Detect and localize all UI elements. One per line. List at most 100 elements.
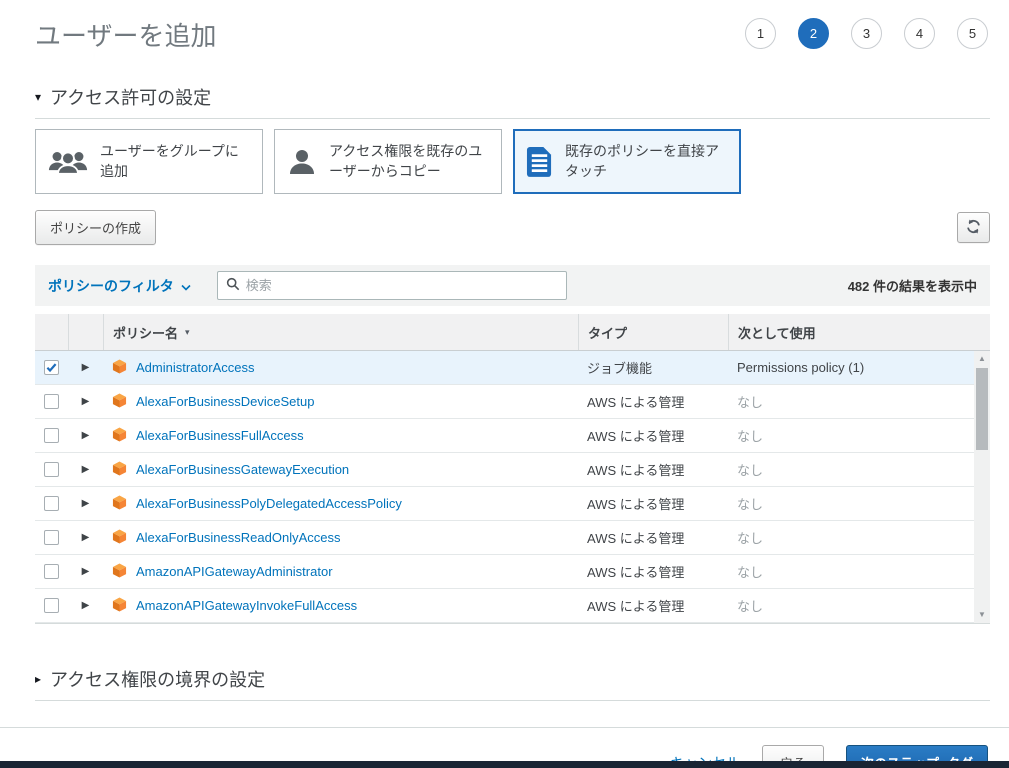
policy-name-link[interactable]: AlexaForBusinessGatewayExecution [136,462,349,477]
option-copy-permissions[interactable]: アクセス権限を既存のユーザーからコピー [274,129,502,194]
boundary-section-header[interactable]: ▸ アクセス権限の境界の設定 [35,666,990,692]
policy-cube-icon [112,426,127,445]
option-add-user-to-group[interactable]: ユーザーをグループに追加 [35,129,263,194]
policy-cube-icon [112,528,127,547]
policy-name-link[interactable]: AlexaForBusinessPolyDelegatedAccessPolic… [136,496,402,511]
section-divider [35,118,990,119]
option-label: アクセス権限を既存のユーザーからコピー [329,142,483,179]
policy-used-as: なし [737,599,764,614]
row-checkbox[interactable] [44,360,59,375]
permission-option-cards: ユーザーをグループに追加 アクセス権限を既存のユーザーからコピー 既存のポリシー… [35,129,990,194]
sort-desc-icon: ▾ [185,326,190,337]
triangle-right-icon: ▸ [35,672,42,686]
column-used-as: 次として使用 [728,314,990,350]
add-user-wizard: ユーザーを追加 12345 ▾ アクセス許可の設定 ユーザーをグループに追加 ア… [0,0,1009,768]
scroll-down-icon[interactable]: ▼ [978,607,986,623]
step-2-active: 2 [798,18,829,49]
create-policy-button[interactable]: ポリシーの作成 [35,210,157,245]
step-4: 4 [904,18,935,49]
policy-name-link[interactable]: AlexaForBusinessReadOnlyAccess [136,530,340,545]
policy-used-as: なし [737,565,764,580]
policy-type: AWS による管理 [587,395,685,410]
policy-type: AWS による管理 [587,497,685,512]
policy-name-link[interactable]: AlexaForBusinessDeviceSetup [136,394,314,409]
policy-type: AWS による管理 [587,463,685,478]
permissions-section-title: アクセス許可の設定 [50,88,212,108]
table-row[interactable]: ▶ AlexaForBusinessReadOnlyAccess AWS による管… [35,521,990,555]
table-row[interactable]: ▶ AlexaForBusinessDeviceSetup AWS による管理 なし [35,385,990,419]
column-policy-name[interactable]: ポリシー名 ▾ [103,314,578,350]
table-row[interactable]: ▶ AmazonAPIGatewayAdministrator AWS による管理… [35,555,990,589]
chevron-down-icon [181,278,191,294]
row-checkbox[interactable] [44,394,59,409]
expand-arrow-icon[interactable]: ▶ [82,464,90,475]
policy-search-input[interactable] [245,278,558,293]
policy-filter-bar: ポリシーのフィルタ 482 件の結果を表示中 [35,265,990,306]
row-checkbox[interactable] [44,496,59,511]
column-used-as-label: 次として使用 [738,325,816,341]
policy-cube-icon [112,392,127,411]
policy-cube-icon [112,596,127,615]
policy-name-link[interactable]: AlexaForBusinessFullAccess [136,428,304,443]
policy-name-link[interactable]: AdministratorAccess [136,360,254,375]
row-checkbox[interactable] [44,598,59,613]
row-checkbox[interactable] [44,530,59,545]
table-row[interactable]: ▶ AmazonAPIGatewayInvokeFullAccess AWS によ… [35,589,990,623]
table-row[interactable]: ▶ AlexaForBusinessPolyDelegatedAccessPol… [35,487,990,521]
policy-used-as: なし [737,395,764,410]
row-checkbox[interactable] [44,428,59,443]
policy-table-header: ポリシー名 ▾ タイプ 次として使用 [35,314,990,351]
scroll-thumb[interactable] [976,368,988,450]
policy-filter-label: ポリシーのフィルタ [48,277,174,294]
row-checkbox[interactable] [44,564,59,579]
option-label: ユーザーをグループに追加 [100,142,239,179]
table-row[interactable]: ▶ AdministratorAccess ジョブ機能 Permissions po… [35,351,990,385]
option-label: 既存のポリシーを直接アタッチ [565,142,719,179]
refresh-button[interactable] [957,212,990,243]
policy-document-icon [526,146,553,177]
column-type: タイプ [578,314,728,350]
expand-arrow-icon[interactable]: ▶ [82,566,90,577]
policy-used-as: なし [737,429,764,444]
policy-type: AWS による管理 [587,565,685,580]
scroll-up-icon[interactable]: ▲ [978,351,986,367]
policy-cube-icon [112,460,127,479]
policy-type: AWS による管理 [587,599,685,614]
policy-name-link[interactable]: AmazonAPIGatewayInvokeFullAccess [136,598,357,613]
policy-name-link[interactable]: AmazonAPIGatewayAdministrator [136,564,333,579]
header-checkbox-column [35,314,68,350]
bottom-bar [0,761,1009,768]
expand-arrow-icon[interactable]: ▶ [82,498,90,509]
policy-cube-icon [112,562,127,581]
policy-used-as: なし [737,531,764,546]
policy-filter-dropdown[interactable]: ポリシーのフィルタ [48,276,191,296]
option-attach-existing-policies[interactable]: 既存のポリシーを直接アタッチ [513,129,741,194]
results-count: 482 件の結果を表示中 [847,279,977,294]
expand-arrow-icon[interactable]: ▶ [82,396,90,407]
expand-arrow-icon[interactable]: ▶ [82,430,90,441]
refresh-icon [966,219,981,237]
step-indicator: 12345 [745,18,988,49]
policy-type: AWS による管理 [587,531,685,546]
user-group-icon [48,148,88,176]
permissions-section-header[interactable]: ▾ アクセス許可の設定 [35,84,990,110]
triangle-down-icon: ▾ [35,90,42,104]
policy-search-box[interactable] [216,271,567,300]
boundary-section-title: アクセス権限の境界の設定 [50,670,266,690]
table-row[interactable]: ▶ AlexaForBusinessGatewayExecution AWS によ… [35,453,990,487]
table-scrollbar[interactable]: ▲ ▼ [974,351,990,623]
policy-used-as: Permissions policy (1) [737,360,865,375]
section-divider [35,700,990,701]
policy-used-as: なし [737,463,764,478]
expand-arrow-icon[interactable]: ▶ [82,600,90,611]
policy-type: AWS による管理 [587,429,685,444]
row-checkbox[interactable] [44,462,59,477]
table-row[interactable]: ▶ AlexaForBusinessFullAccess AWS による管理 なし [35,419,990,453]
expand-arrow-icon[interactable]: ▶ [82,532,90,543]
search-icon [226,277,240,294]
step-1: 1 [745,18,776,49]
header-expand-column [68,314,103,350]
policy-cube-icon [112,494,127,513]
expand-arrow-icon[interactable]: ▶ [82,362,90,373]
step-3: 3 [851,18,882,49]
